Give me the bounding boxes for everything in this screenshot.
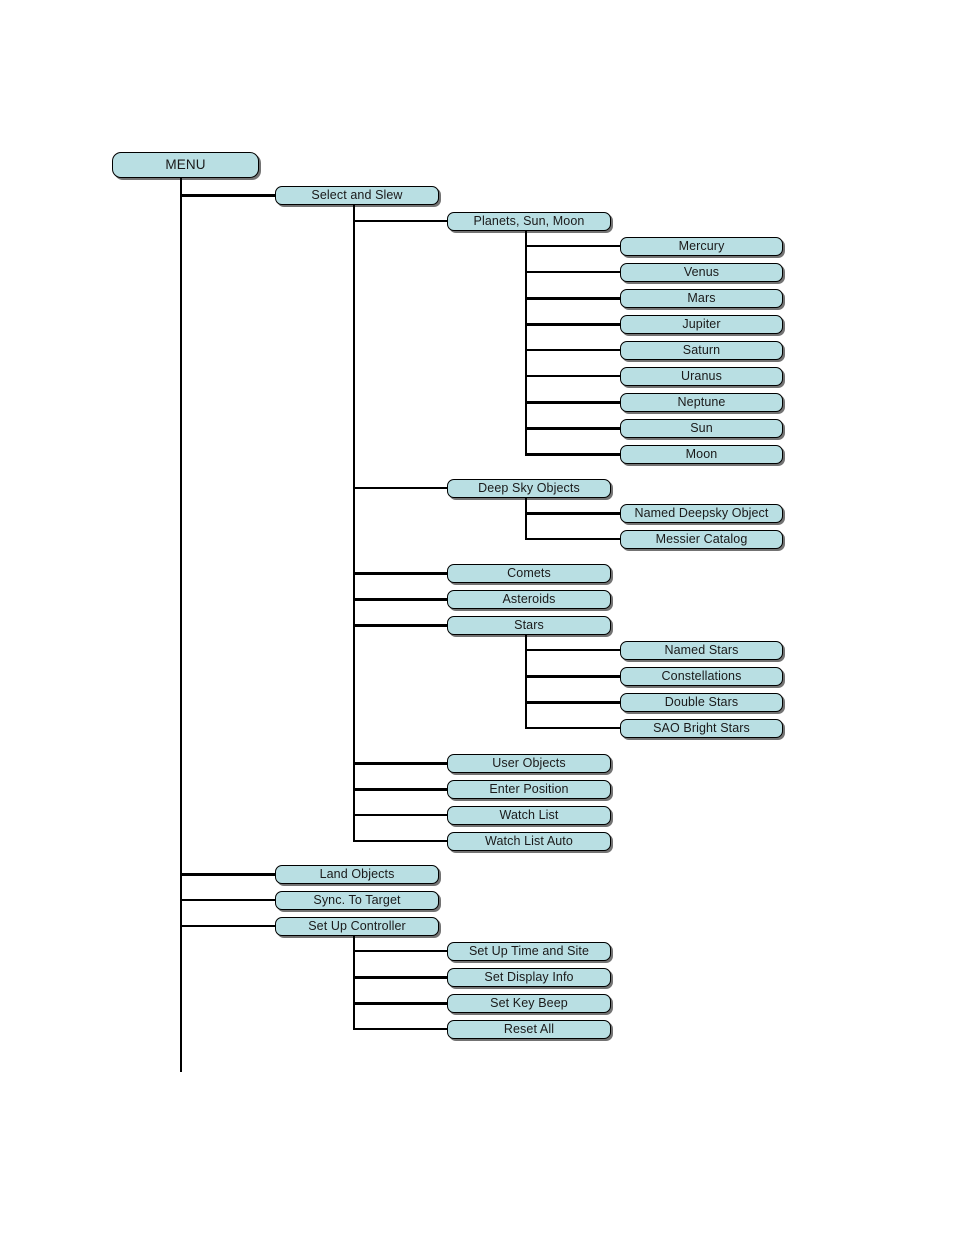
node-deep-sky-objects[interactable]: Deep Sky Objects [447, 479, 611, 498]
node-set-key-beep[interactable]: Set Key Beep [447, 994, 611, 1013]
connector-land-objects [180, 873, 276, 876]
connector-comets [353, 572, 449, 575]
connector-neptune [525, 401, 621, 404]
node-set-display-info[interactable]: Set Display Info [447, 968, 611, 987]
node-user-objects[interactable]: User Objects [447, 754, 611, 773]
node-watch-list[interactable]: Watch List [447, 806, 611, 825]
node-enter-position[interactable]: Enter Position [447, 780, 611, 799]
menu-tree-diagram: MENU Select and Slew Land Objects Sync. … [0, 0, 954, 1235]
node-saturn[interactable]: Saturn [620, 341, 783, 360]
connector-enter-position [353, 788, 449, 791]
node-watch-list-auto[interactable]: Watch List Auto [447, 832, 611, 851]
node-constellations[interactable]: Constellations [620, 667, 783, 686]
connector-set-key-beep [353, 1002, 449, 1005]
node-messier-catalog[interactable]: Messier Catalog [620, 530, 783, 549]
node-planets-sun-moon[interactable]: Planets, Sun, Moon [447, 212, 611, 231]
connector-user-objects [353, 762, 449, 765]
connector-set-up-controller [180, 925, 276, 927]
node-double-stars[interactable]: Double Stars [620, 693, 783, 712]
connector-messier-catalog [525, 538, 621, 540]
connector-watch-list [353, 814, 449, 816]
connector-constellations [525, 675, 621, 678]
connector-mars [525, 297, 621, 300]
node-sao-bright-stars[interactable]: SAO Bright Stars [620, 719, 783, 738]
connector-double-stars [525, 701, 621, 704]
node-named-stars[interactable]: Named Stars [620, 641, 783, 660]
connector-named-stars [525, 649, 621, 651]
connector-saturn [525, 349, 621, 351]
spine-deep-sky [525, 498, 527, 540]
node-select-and-slew[interactable]: Select and Slew [275, 186, 439, 205]
node-venus[interactable]: Venus [620, 263, 783, 282]
connector-named-deepsky-object [525, 512, 621, 515]
connector-planets [353, 220, 449, 222]
spine-root [180, 178, 182, 1072]
node-set-up-controller[interactable]: Set Up Controller [275, 917, 439, 936]
connector-venus [525, 271, 621, 273]
node-jupiter[interactable]: Jupiter [620, 315, 783, 334]
node-reset-all[interactable]: Reset All [447, 1020, 611, 1039]
node-moon[interactable]: Moon [620, 445, 783, 464]
spine-planets [525, 231, 527, 453]
node-mars[interactable]: Mars [620, 289, 783, 308]
connector-reset-all [353, 1028, 449, 1030]
node-stars[interactable]: Stars [447, 616, 611, 635]
connector-watch-list-auto [353, 840, 449, 842]
connector-deep-sky [353, 487, 449, 489]
spine-select-and-slew [353, 205, 355, 841]
connector-stars [353, 624, 449, 627]
connector-set-display-info [353, 976, 449, 979]
node-comets[interactable]: Comets [447, 564, 611, 583]
node-land-objects[interactable]: Land Objects [275, 865, 439, 884]
node-uranus[interactable]: Uranus [620, 367, 783, 386]
connector-asteroids [353, 598, 449, 601]
node-sync-to-target[interactable]: Sync. To Target [275, 891, 439, 910]
connector-uranus [525, 375, 621, 377]
node-mercury[interactable]: Mercury [620, 237, 783, 256]
connector-jupiter [525, 323, 621, 326]
node-asteroids[interactable]: Asteroids [447, 590, 611, 609]
node-sun[interactable]: Sun [620, 419, 783, 438]
connector-sao-bright-stars [525, 727, 621, 729]
connector-sun [525, 427, 621, 430]
connector-moon [525, 453, 621, 456]
connector-sync-to-target [180, 899, 276, 901]
node-menu[interactable]: MENU [112, 152, 259, 178]
connector-set-up-time-and-site [353, 950, 449, 952]
connector-mercury [525, 245, 621, 247]
node-named-deepsky-object[interactable]: Named Deepsky Object [620, 504, 783, 523]
node-set-up-time-and-site[interactable]: Set Up Time and Site [447, 942, 611, 961]
node-neptune[interactable]: Neptune [620, 393, 783, 412]
connector-select-and-slew [180, 194, 276, 197]
